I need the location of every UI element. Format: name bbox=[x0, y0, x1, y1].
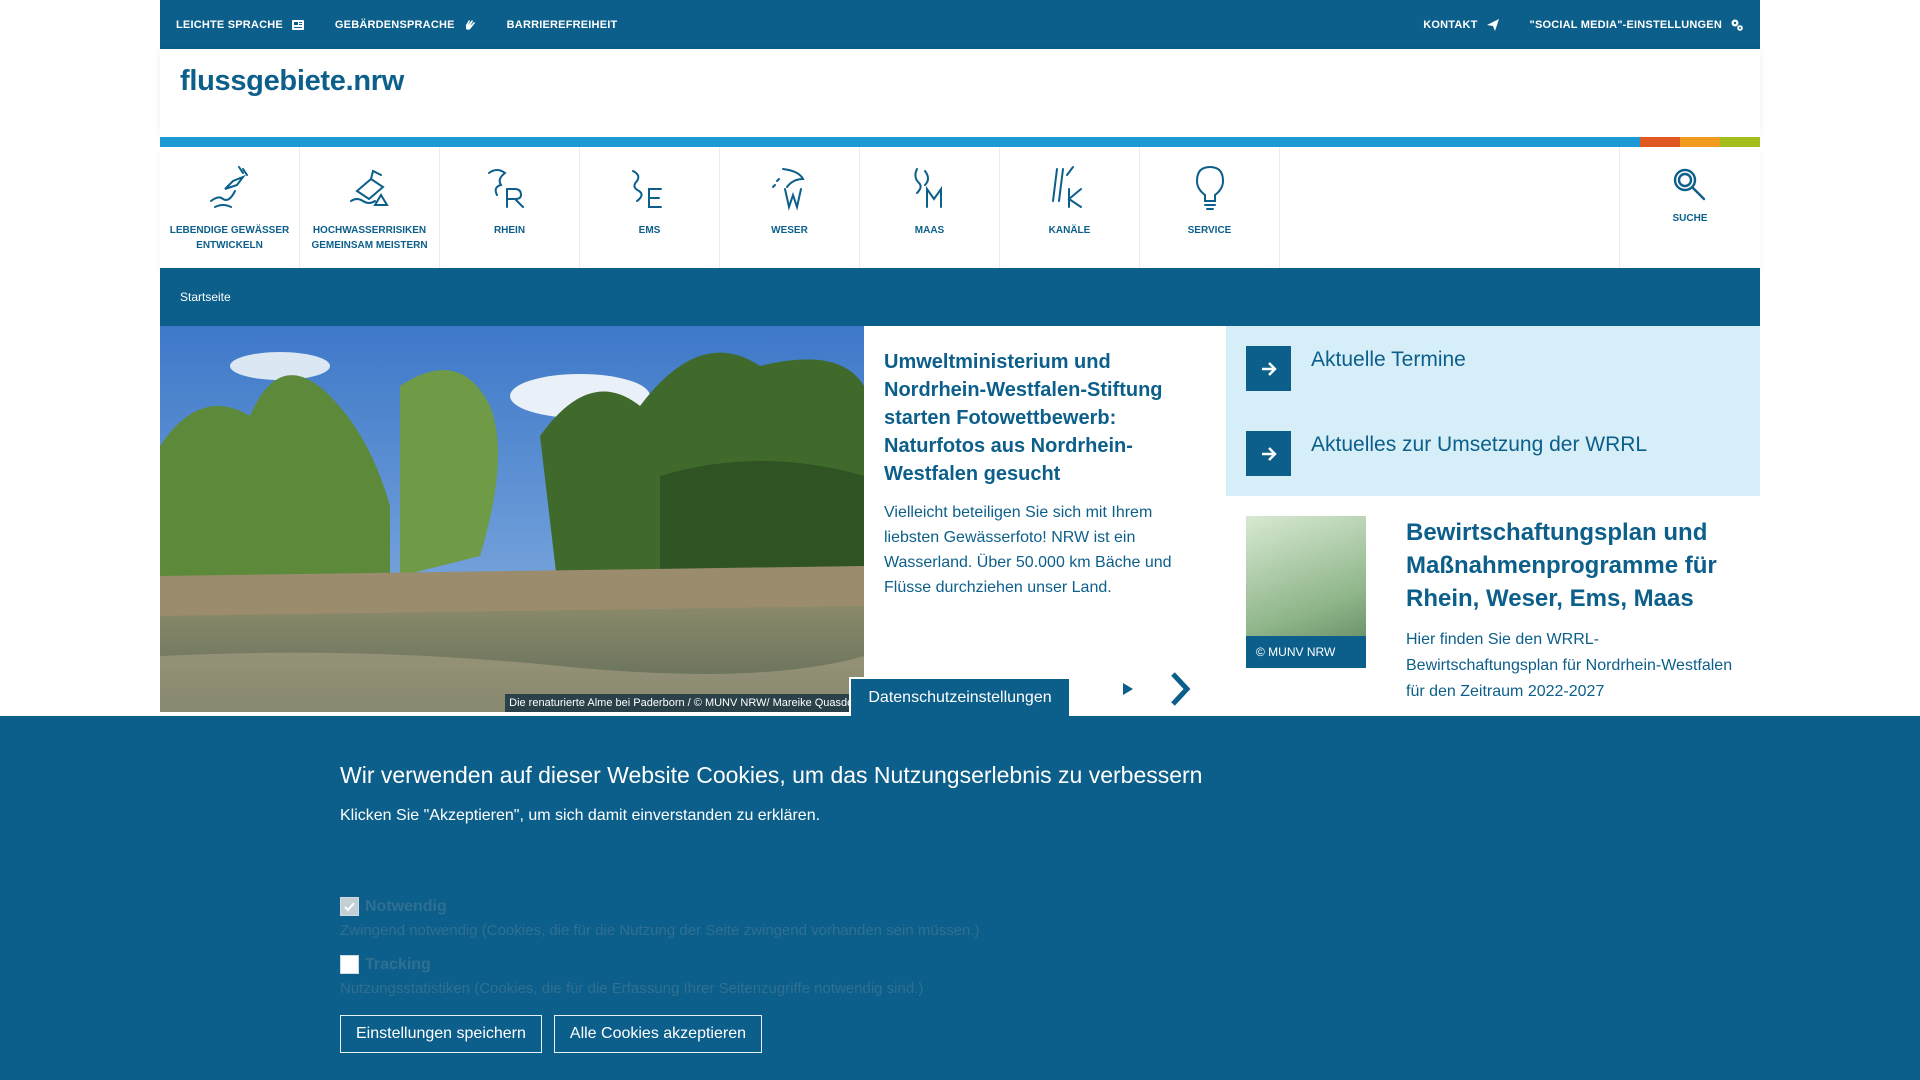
leichte-sprache-label: LEICHTE SPRACHE bbox=[176, 18, 283, 31]
save-settings-button[interactable]: Einstellungen speichern bbox=[340, 1015, 542, 1053]
weser-icon bbox=[771, 168, 805, 211]
cookie-buttons: Einstellungen speichern Alle Cookies akz… bbox=[340, 1015, 1580, 1053]
color-bar-green bbox=[1720, 137, 1760, 147]
plan-image-badge: © MUNV NRW bbox=[1246, 636, 1366, 668]
checkbox-notwendig[interactable] bbox=[340, 897, 359, 916]
nav-label-ems: EMS bbox=[638, 225, 661, 236]
nav-item-weser[interactable]: WESER bbox=[720, 147, 860, 268]
cookie-option-notwendig: Notwendig Zwingend notwendig (Cookies, d… bbox=[340, 897, 1580, 939]
nav-label-service: SERVICE bbox=[1187, 225, 1232, 236]
kontakt-label: KONTAKT bbox=[1423, 18, 1478, 31]
plan-body: Bewirtschaftungsplan und Maßnahmenprogra… bbox=[1406, 516, 1740, 705]
kontakt-link[interactable]: KONTAKT bbox=[1423, 18, 1499, 32]
main-navigation: LEBENDIGE GEWÄSSER ENTWICKELN HOCHWASSER… bbox=[160, 147, 1760, 268]
nav-label-suche: SUCHE bbox=[1672, 213, 1708, 224]
search-icon bbox=[1673, 168, 1706, 201]
plan-title[interactable]: Bewirtschaftungsplan und Maßnahmenprogra… bbox=[1406, 516, 1740, 615]
play-icon[interactable] bbox=[1120, 681, 1136, 697]
nav-item-ems[interactable]: EMS bbox=[580, 147, 720, 268]
quicklinks: Aktuelle Termine Aktuelles zur Umsetzung… bbox=[1226, 326, 1760, 496]
arrow-right-icon bbox=[1246, 346, 1291, 391]
flood-house-icon bbox=[349, 169, 389, 206]
breadcrumb-home[interactable]: Startseite bbox=[180, 290, 231, 304]
plan-thumbnail[interactable]: © MUNV NRW bbox=[1246, 516, 1366, 668]
kanaele-icon bbox=[1051, 166, 1082, 208]
cookie-option-tracking: Tracking Nutzungsstatistiken (Cookies, d… bbox=[340, 955, 1580, 997]
nav-item-lebendige-gewaesser[interactable]: LEBENDIGE GEWÄSSER ENTWICKELN bbox=[160, 147, 300, 268]
privacy-settings-tab[interactable]: Datenschutzeinstellungen bbox=[849, 677, 1071, 717]
site-logo[interactable]: flussgebiete.nrw bbox=[180, 65, 1740, 98]
river-photo bbox=[160, 326, 864, 712]
quicklink-termine-label: Aktuelle Termine bbox=[1311, 347, 1466, 371]
lightbulb-icon bbox=[1195, 165, 1224, 210]
river-bird-icon bbox=[209, 166, 248, 208]
quicklink-wrrl[interactable]: Aktuelles zur Umsetzung der WRRL bbox=[1246, 431, 1740, 476]
sign-language-icon bbox=[465, 19, 475, 30]
gears-icon bbox=[1731, 19, 1743, 31]
checkbox-tracking[interactable] bbox=[340, 955, 359, 974]
hero-image: Die renaturierte Alme bei Paderborn / © … bbox=[160, 326, 864, 712]
option-name-tracking: Tracking bbox=[365, 955, 431, 973]
option-name-notwendig: Notwendig bbox=[365, 897, 447, 915]
document-icon bbox=[291, 19, 304, 30]
cookie-title: Wir verwenden auf dieser Website Cookies… bbox=[340, 762, 1203, 788]
site-container: LEICHTE SPRACHE GEBÄRDENSPRACHE BARRIERE… bbox=[160, 0, 1760, 716]
nav-item-kanaele[interactable]: KANÄLE bbox=[1000, 147, 1140, 268]
nav-search[interactable]: SUCHE bbox=[1620, 147, 1760, 268]
color-bar-blue bbox=[160, 137, 1640, 147]
quicklink-wrrl-label: Aktuelles zur Umsetzung der WRRL bbox=[1311, 432, 1648, 456]
maas-icon bbox=[913, 168, 942, 208]
nav-item-rhein[interactable]: RHEIN bbox=[440, 147, 580, 268]
news-text: Vielleicht beteiligen Sie sich mit Ihrem… bbox=[884, 504, 1172, 596]
gebaerdensprache-link[interactable]: GEBÄRDENSPRACHE bbox=[335, 18, 477, 32]
nav-label-lebendige-gewaesser: LEBENDIGE GEWÄSSER ENTWICKELN bbox=[169, 225, 290, 251]
nav-label-maas: MAAS bbox=[914, 225, 945, 236]
nav-label-kanaele: KANÄLE bbox=[1048, 225, 1091, 236]
hero-caption: Die renaturierte Alme bei Paderborn / © … bbox=[505, 694, 864, 712]
nav-item-hochwasserrisiken[interactable]: HOCHWASSERRISIKEN GEMEINSAM MEISTERN bbox=[300, 147, 440, 268]
paper-plane-icon bbox=[1486, 18, 1499, 31]
news-title[interactable]: Umweltministerium und Nordrhein-Westfale… bbox=[884, 348, 1206, 488]
cookie-subtitle: Klicken Sie "Akzeptieren", um sich damit… bbox=[340, 807, 821, 824]
nav-label-rhein: RHEIN bbox=[493, 225, 526, 236]
right-column: Aktuelle Termine Aktuelles zur Umsetzung… bbox=[1226, 326, 1760, 716]
barrierefreiheit-link[interactable]: BARRIEREFREIHEIT bbox=[507, 19, 618, 31]
page: LEICHTE SPRACHE GEBÄRDENSPRACHE BARRIERE… bbox=[0, 0, 1920, 1080]
option-desc-notwendig: Zwingend notwendig (Cookies, die für die… bbox=[340, 922, 980, 939]
chevron-right-icon[interactable] bbox=[1168, 671, 1192, 707]
gebaerdensprache-label: GEBÄRDENSPRACHE bbox=[334, 18, 455, 31]
breadcrumb: Startseite bbox=[160, 268, 1760, 326]
nav-spacer bbox=[1280, 147, 1620, 268]
nav-label-weser: WESER bbox=[771, 225, 808, 236]
top-bar: LEICHTE SPRACHE GEBÄRDENSPRACHE BARRIERE… bbox=[160, 0, 1760, 49]
nav-item-maas[interactable]: MAAS bbox=[860, 147, 1000, 268]
social-media-settings-label: "SOCIAL MEDIA"-EINSTELLUNGEN bbox=[1529, 18, 1722, 31]
site-header: flussgebiete.nrw bbox=[160, 49, 1760, 137]
rhein-icon bbox=[487, 169, 524, 208]
barrierefreiheit-label: BARRIEREFREIHEIT bbox=[506, 18, 618, 31]
color-bar-orange bbox=[1680, 137, 1720, 147]
cookie-banner: Wir verwenden auf dieser Website Cookies… bbox=[0, 716, 1920, 1080]
leichte-sprache-link[interactable]: LEICHTE SPRACHE bbox=[176, 18, 305, 32]
color-bar bbox=[160, 137, 1760, 147]
plan-text: Hier finden Sie den WRRL-Bewirtschaftung… bbox=[1406, 631, 1733, 700]
nav-item-service[interactable]: SERVICE bbox=[1140, 147, 1280, 268]
color-bar-red bbox=[1640, 137, 1680, 147]
accept-all-button[interactable]: Alle Cookies akzeptieren bbox=[553, 1015, 762, 1053]
nav-label-hochwasserrisiken: HOCHWASSERRISIKEN GEMEINSAM MEISTERN bbox=[311, 225, 428, 251]
main-content: Die renaturierte Alme bei Paderborn / © … bbox=[160, 326, 1760, 716]
quicklink-termine[interactable]: Aktuelle Termine bbox=[1246, 346, 1740, 391]
plan-teaser: © MUNV NRW Bewirtschaftungsplan und Maßn… bbox=[1226, 496, 1760, 725]
ems-icon bbox=[631, 170, 662, 208]
news-teaser: Umweltministerium und Nordrhein-Westfale… bbox=[864, 326, 1226, 716]
arrow-right-icon bbox=[1246, 431, 1291, 476]
slider-controls bbox=[1120, 671, 1192, 707]
option-desc-tracking: Nutzungsstatistiken (Cookies, die für di… bbox=[340, 980, 924, 997]
social-media-settings-link[interactable]: "SOCIAL MEDIA"-EINSTELLUNGEN bbox=[1530, 18, 1744, 32]
